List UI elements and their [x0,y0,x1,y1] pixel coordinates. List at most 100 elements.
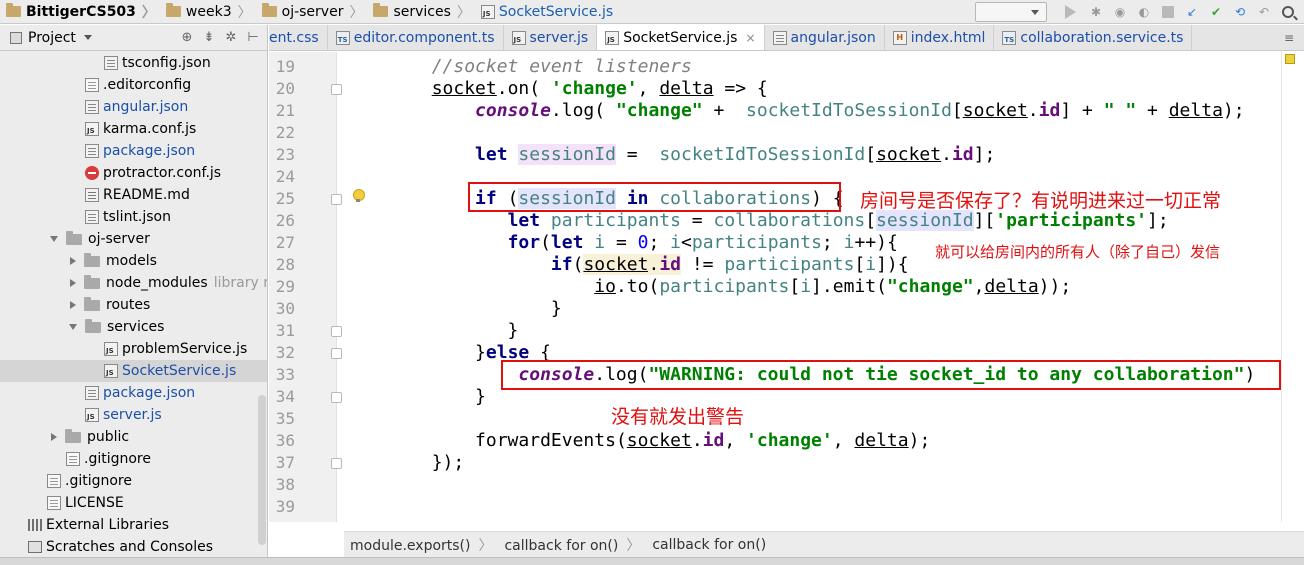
protractor-icon [85,166,99,180]
editor-tab[interactable]: TS editor.component.ts [328,25,504,50]
coverage-icon[interactable]: ◉ [1112,4,1128,20]
tree-item[interactable]: .gitignore [0,470,267,492]
right-margin-guide [1281,52,1282,522]
editor-tab[interactable]: Hindex.html [885,25,995,50]
inspection-status-icon[interactable] [1285,54,1295,64]
code-editor[interactable]: 19 20 21 22 23 24 25 26 27 28 29 30 31 32 33 34 35 36 37 38… [269,52,1304,522]
editor-tab[interactable]: JS server.js [504,25,598,50]
breadcrumb-file[interactable]: JS SocketService.js [475,0,617,24]
code-line-21: console.log( "change" + socketIdToSessio… [475,100,1245,121]
tree-item[interactable]: angular.json [0,96,267,118]
editor-tab[interactable]: JS SocketService.js × [597,25,765,50]
line-number: 33 [275,365,295,384]
tree-item-label: server.js [103,407,162,423]
tree-item[interactable]: README.md [0,184,267,206]
fold-marker-icon[interactable] [331,84,342,95]
run-configuration-dropdown[interactable] [975,2,1047,22]
fold-marker-icon[interactable] [331,326,342,337]
tree-item[interactable]: tslint.json [0,206,267,228]
chevron-right-icon[interactable] [51,433,57,441]
stop-icon[interactable] [1162,6,1174,18]
tree-item-label: .editorconfig [103,77,192,93]
json-file-icon [104,56,118,70]
breadcrumb-services[interactable]: services 〉 [367,0,474,24]
debug-icon[interactable]: ✱ [1088,4,1104,20]
line-number: 19 [275,57,295,76]
tree-item[interactable]: tsconfig.json [0,52,267,74]
hide-panel-icon[interactable]: ⊢ [247,30,259,45]
tree-item[interactable]: package.json [0,382,267,404]
editor-tab[interactable]: angular.json [765,25,885,50]
tree-item[interactable]: .editorconfig [0,74,267,96]
chevron-right-icon[interactable] [70,279,76,287]
more-tabs-icon[interactable]: ≡ [1274,25,1304,50]
code-crumb-module-exports[interactable]: module.exports() 〉 [344,535,498,555]
project-scrollbar[interactable] [258,395,266,545]
tree-item[interactable]: routes [0,294,267,316]
breadcrumb-oj-server[interactable]: oj-server 〉 [256,0,368,24]
editor-tab[interactable]: ent.css [269,25,328,50]
tree-item[interactable]: models [0,250,267,272]
tree-item[interactable]: protractor.conf.js [0,162,267,184]
chevron-down-icon[interactable] [83,35,92,40]
vcs-update-icon[interactable]: ↙ [1184,4,1200,20]
line-number: 38 [275,475,295,494]
close-icon[interactable]: × [745,31,755,45]
code-crumb-callback-2[interactable]: callback for on() [646,537,772,553]
tree-item-label: README.md [103,187,190,203]
tree-item-label: package.json [103,385,196,401]
js-file-icon: JS [511,31,526,45]
chevron-right-icon[interactable] [70,257,76,265]
markdown-file-icon [85,188,99,202]
fold-marker-icon[interactable] [331,458,342,469]
tree-item[interactable]: .gitignore [0,448,267,470]
tree-item[interactable]: LICENSE [0,492,267,514]
line-number: 34 [275,387,295,406]
tree-item[interactable]: JS SocketService.js [0,360,267,382]
fold-marker-icon[interactable] [331,392,342,403]
fold-marker-icon[interactable] [331,348,342,359]
collapse-all-icon[interactable]: ⇟ [203,30,215,45]
profile-icon[interactable]: ◐ [1136,4,1152,20]
tree-item[interactable]: oj-server [0,228,267,250]
search-everywhere-icon[interactable] [1282,6,1294,18]
tree-item[interactable]: node_modules library ro [0,272,267,294]
code-line-28: if(socket.id != participants[i]){ [550,254,909,275]
code-line-19: //socket event listeners [431,56,692,77]
json-file-icon [85,144,99,158]
chevron-down-icon[interactable] [69,324,77,330]
folder-icon [84,252,100,267]
chevron-right-icon[interactable] [70,301,76,309]
tree-item[interactable]: External Libraries [0,514,267,536]
tab-label: ent.css [269,30,319,46]
project-view-icon [10,31,22,44]
chevron-down-icon[interactable] [50,236,58,242]
project-panel-title[interactable]: Project [28,30,76,46]
gear-icon[interactable]: ✲ [225,30,237,45]
editor-tab[interactable]: TS collaboration.service.ts [994,25,1193,50]
tree-item[interactable]: JS server.js [0,404,267,426]
tree-item[interactable]: services [0,316,267,338]
code-crumb-callback-1[interactable]: callback for on() 〉 [498,535,646,555]
code-line-23: let sessionId = socketIdToSessionId[sock… [475,144,996,165]
breadcrumb-project[interactable]: BittigerCS503 〉 [0,0,160,24]
run-icon[interactable] [1065,5,1076,19]
code-line-20: socket.on( 'change', delta => { [431,78,768,99]
line-number: 26 [275,211,295,230]
tree-item[interactable]: public [0,426,267,448]
breadcrumb-week3[interactable]: week3 〉 [160,0,256,24]
vcs-history-icon[interactable]: ⟲ [1232,4,1248,20]
fold-marker-icon[interactable] [331,194,342,205]
locate-file-icon[interactable]: ⊕ [181,30,193,45]
js-file-icon: JS [104,342,118,356]
tree-item[interactable]: package.json [0,140,267,162]
tab-label: server.js [529,30,589,46]
editor-gutter: 19 20 21 22 23 24 25 26 27 28 29 30 31 32 33 34 35 36 37 38… [269,52,342,522]
tree-item[interactable]: JS problemService.js [0,338,267,360]
code-line-37: }); [345,452,465,473]
tree-item[interactable]: Scratches and Consoles [0,536,267,558]
tree-item-label: LICENSE [65,495,124,511]
vcs-commit-icon[interactable]: ✔ [1208,4,1224,20]
vcs-revert-icon[interactable]: ↶ [1256,4,1272,20]
tree-item[interactable]: JS karma.conf.js [0,118,267,140]
